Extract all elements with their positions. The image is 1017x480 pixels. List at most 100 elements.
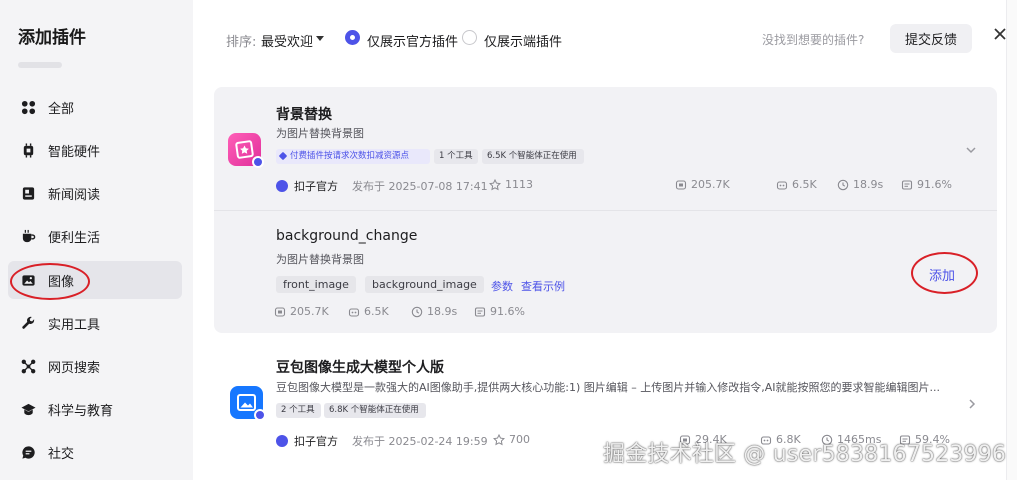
tool-description: 为图片替换背景图	[276, 253, 364, 266]
author-avatar	[276, 435, 288, 447]
bots-value: 6.5K	[792, 178, 817, 191]
sidebar-item-utilities[interactable]: 实用工具	[8, 304, 182, 342]
author-name: 扣子官方	[294, 435, 338, 448]
sidebar-item-social[interactable]: 社交	[8, 433, 182, 471]
newspaper-icon	[22, 186, 35, 200]
sidebar: 添加插件 全部 智能硬件 新闻阅读 便利生活 图像 实用工具 网页搜索 科学与教…	[0, 0, 193, 480]
usage-count-tag: 6.8K 个智能体正在使用	[324, 403, 426, 418]
author-info: 扣子官方	[276, 178, 338, 194]
sidebar-item-label: 智能硬件	[48, 144, 101, 160]
star-icon	[489, 178, 501, 190]
tool-calls-value: 205.7K	[290, 305, 329, 318]
tool-latency-stat: 18.9s	[411, 305, 457, 318]
params-link[interactable]: 参数	[491, 278, 513, 294]
sidebar-item-life[interactable]: 便利生活	[8, 217, 182, 255]
bot-icon	[776, 180, 788, 190]
sidebar-item-label: 新闻阅读	[48, 187, 101, 203]
success-icon	[901, 179, 913, 190]
calls-icon	[274, 306, 286, 317]
wrench-icon	[22, 316, 35, 329]
scrollbar[interactable]	[1006, 0, 1017, 480]
tool-latency-value: 18.9s	[427, 305, 458, 318]
star-count[interactable]: 700	[493, 433, 530, 446]
chip-icon	[23, 142, 34, 158]
sidebar-item-web-search[interactable]: 网页搜索	[8, 347, 182, 385]
success-value: 91.6%	[917, 178, 952, 191]
author-avatar	[276, 180, 288, 192]
not-found-text: 没找到想要的插件?	[762, 33, 865, 47]
star-value: 1113	[505, 178, 533, 191]
star-value: 700	[509, 433, 530, 446]
calls-value: 205.7K	[691, 178, 730, 191]
tool-title: background_change	[276, 228, 418, 244]
chevron-down-icon[interactable]	[316, 36, 324, 41]
plugin-description: 豆包图像大模型是一款强大的AI图像助手,提供两大核心功能:1) 图片编辑 – 上…	[276, 381, 941, 394]
star-count[interactable]: 1113	[489, 178, 533, 191]
chat-icon	[22, 445, 35, 459]
tool-bots-stat: 6.5K	[348, 305, 389, 318]
publish-date: 发布于 2025-07-08 17:41	[352, 180, 488, 193]
paid-plugin-tag: 付费插件按请求次数扣减资源点	[276, 149, 430, 164]
sidebar-item-label: 实用工具	[48, 317, 101, 333]
success-rate-stat: 91.6%	[901, 178, 952, 191]
sidebar-item-label: 便利生活	[48, 230, 101, 246]
sidebar-item-label: 全部	[48, 101, 75, 117]
clock-icon	[837, 179, 849, 190]
official-only-label[interactable]: 仅展示官方插件	[367, 31, 458, 50]
sidebar-item-science[interactable]: 科学与教育	[8, 390, 182, 428]
sort-dropdown[interactable]: 最受欢迎	[261, 31, 313, 50]
tools-count-tag: 2 个工具	[276, 403, 321, 418]
edge-only-label[interactable]: 仅展示端插件	[484, 31, 562, 50]
sidebar-scroll-hint	[18, 62, 62, 68]
watermark: 掘金技术社区 @ user5838167523996	[603, 442, 1007, 467]
author-info: 扣子官方	[276, 433, 338, 449]
success-icon	[474, 306, 486, 317]
sidebar-item-label: 图像	[48, 274, 75, 290]
tool-success-value: 91.6%	[490, 305, 525, 318]
star-icon	[493, 433, 505, 445]
sidebar-item-news[interactable]: 新闻阅读	[8, 174, 182, 212]
network-icon	[21, 359, 36, 373]
toolbar: 排序: 最受欢迎 仅展示官方插件 仅展示端插件 没找到想要的插件? 提交反馈	[193, 0, 1017, 74]
graduation-cap-icon	[21, 403, 36, 415]
official-badge-icon	[254, 409, 266, 421]
publish-date: 发布于 2025-02-24 19:59	[352, 435, 488, 448]
view-example-link[interactable]: 查看示例	[521, 278, 565, 294]
calls-stat: 205.7K	[675, 178, 730, 191]
dialog-title: 添加插件	[18, 28, 86, 48]
bots-stat: 6.5K	[776, 178, 817, 191]
bot-icon	[348, 307, 360, 317]
tool-calls-stat: 205.7K	[274, 305, 329, 318]
latency-stat: 18.9s	[837, 178, 883, 191]
sidebar-item-image[interactable]: 图像	[8, 261, 182, 299]
plugin-description: 为图片替换背景图	[276, 127, 364, 140]
plugin-title[interactable]: 豆包图像生成大模型个人版	[276, 357, 444, 377]
sort-label: 排序:	[226, 35, 257, 50]
clock-icon	[411, 306, 423, 317]
grid-icon	[21, 100, 36, 114]
feedback-button[interactable]: 提交反馈	[890, 24, 972, 53]
add-tool-button[interactable]: 添加	[929, 265, 955, 284]
card-divider	[214, 210, 997, 211]
usage-count-tag: 6.5K 个智能体正在使用	[482, 149, 584, 164]
tool-bots-value: 6.5K	[364, 305, 389, 318]
latency-value: 18.9s	[853, 178, 884, 191]
sidebar-item-label: 科学与教育	[48, 403, 114, 419]
sidebar-item-label: 网页搜索	[48, 360, 101, 376]
cup-icon	[22, 229, 36, 242]
chevron-right-icon[interactable]	[967, 399, 977, 409]
official-badge-icon	[252, 156, 264, 168]
image-icon	[22, 274, 35, 286]
sidebar-item-label: 社交	[48, 446, 75, 462]
plugin-title[interactable]: 背景替换	[276, 104, 332, 124]
author-name: 扣子官方	[294, 180, 338, 193]
official-only-radio[interactable]	[345, 30, 360, 45]
edge-only-radio[interactable]	[462, 30, 477, 45]
chevron-down-icon[interactable]	[966, 145, 976, 155]
tools-count-tag: 1 个工具	[434, 149, 478, 164]
sidebar-item-all[interactable]: 全部	[8, 88, 182, 126]
param-tag-front-image: front_image	[276, 276, 356, 293]
param-tag-background-image: background_image	[365, 276, 484, 293]
sidebar-item-smart-hardware[interactable]: 智能硬件	[8, 131, 182, 169]
calls-icon	[675, 179, 687, 190]
